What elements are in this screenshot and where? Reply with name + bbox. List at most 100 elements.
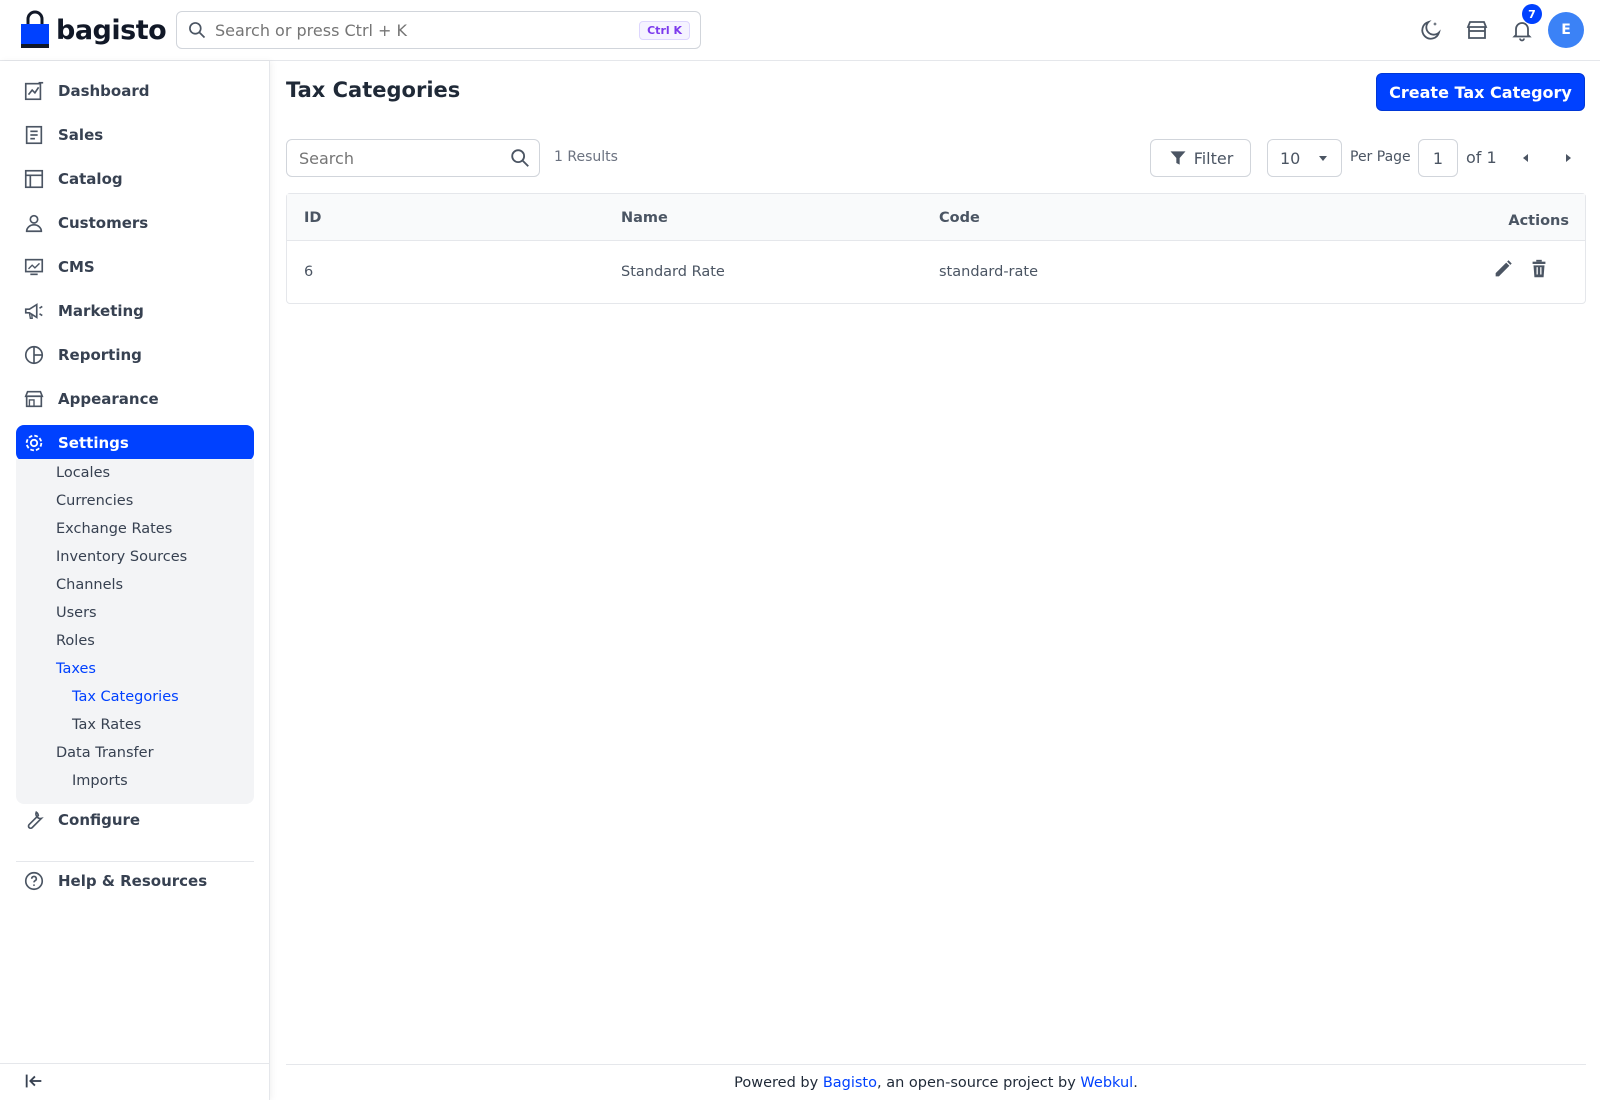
sidebar: Dashboard Sales Catalog Customers CMS Ma… <box>0 61 270 1100</box>
footer-prefix: Powered by <box>734 1075 823 1091</box>
megaphone-icon <box>22 299 46 323</box>
datagrid-search-input[interactable] <box>299 148 509 168</box>
column-header-actions: Actions <box>1508 213 1569 229</box>
webkul-link[interactable]: Webkul <box>1080 1075 1133 1091</box>
trash-icon <box>1532 259 1546 278</box>
sidebar-item-label: Configure <box>58 811 141 829</box>
sidebar-item-label: CMS <box>58 258 95 276</box>
sidebar-divider <box>16 861 254 862</box>
caret-left-icon <box>1523 154 1528 162</box>
sidebar-item-marketing[interactable]: Marketing <box>16 293 254 329</box>
edit-button[interactable] <box>1489 255 1517 283</box>
submenu-item-tax-rates[interactable]: Tax Rates <box>72 717 141 733</box>
cell-code: standard-rate <box>939 264 1039 280</box>
global-search-input[interactable] <box>215 20 640 40</box>
submenu-item-data-transfer[interactable]: Data Transfer <box>56 745 154 761</box>
results-count: 1 Results <box>554 149 618 165</box>
submenu-item-taxes[interactable]: Taxes <box>56 661 96 677</box>
submenu-item-locales[interactable]: Locales <box>56 465 110 481</box>
caret-right-icon <box>1566 154 1571 162</box>
shopping-bag-icon <box>21 10 49 48</box>
table-row: 6 Standard Rate standard-rate <box>287 241 1585 303</box>
store-icon <box>1466 21 1488 39</box>
shortcut-badge: Ctrl K <box>639 20 690 40</box>
submenu-item-imports[interactable]: Imports <box>72 773 128 789</box>
filter-button[interactable]: Filter <box>1150 139 1251 177</box>
sidebar-item-catalog[interactable]: Catalog <box>16 161 254 197</box>
receipt-icon <box>22 123 46 147</box>
collapse-sidebar-button[interactable] <box>22 1069 46 1093</box>
sidebar-item-appearance[interactable]: Appearance <box>16 381 254 417</box>
submenu-item-channels[interactable]: Channels <box>56 577 123 593</box>
gear-icon <box>22 431 46 455</box>
submenu-item-exchange-rates[interactable]: Exchange Rates <box>56 521 172 537</box>
caret-down-icon <box>1319 156 1327 161</box>
sidebar-item-sales[interactable]: Sales <box>16 117 254 153</box>
footer-suffix: . <box>1133 1075 1138 1091</box>
per-page-value: 10 <box>1280 148 1301 168</box>
filter-label: Filter <box>1193 148 1234 168</box>
sidebar-item-help[interactable]: Help & Resources <box>16 863 254 899</box>
search-icon[interactable] <box>509 147 531 169</box>
per-page-label: Per Page <box>1350 149 1411 165</box>
brand-logo[interactable]: bagisto <box>20 10 167 50</box>
global-search[interactable]: Ctrl K <box>176 11 701 49</box>
per-page-select[interactable]: 10 <box>1267 139 1342 177</box>
delete-button[interactable] <box>1525 255 1553 283</box>
page-title: Tax Categories <box>286 78 461 102</box>
cell-id: 6 <box>304 264 314 280</box>
sidebar-item-customers[interactable]: Customers <box>16 205 254 241</box>
table-header: ID Name Code Actions <box>287 194 1585 241</box>
column-header-name[interactable]: Name <box>621 210 668 226</box>
pie-chart-icon <box>22 343 46 367</box>
sidebar-item-label: Marketing <box>58 302 144 320</box>
moon-icon <box>1421 20 1441 40</box>
sidebar-item-label: Reporting <box>58 346 142 364</box>
submenu-item-inventory-sources[interactable]: Inventory Sources <box>56 549 187 565</box>
submenu-item-roles[interactable]: Roles <box>56 633 95 649</box>
tax-categories-table: ID Name Code Actions 6 Standard Rate sta… <box>286 193 1586 304</box>
sidebar-item-label: Appearance <box>58 390 159 408</box>
submenu-item-tax-categories[interactable]: Tax Categories <box>72 689 179 705</box>
wrench-icon <box>22 808 46 832</box>
sidebar-item-settings[interactable]: Settings <box>16 425 254 461</box>
notification-count-badge: 7 <box>1522 4 1542 24</box>
sidebar-item-label: Customers <box>58 214 149 232</box>
submenu-item-currencies[interactable]: Currencies <box>56 493 133 509</box>
page-footer: Powered by Bagisto, an open-source proje… <box>286 1064 1586 1100</box>
pencil-icon <box>1495 260 1512 277</box>
top-header: bagisto Ctrl K 7 E <box>0 0 1600 61</box>
footer-middle: , an open-source project by <box>877 1075 1081 1091</box>
user-icon <box>22 211 46 235</box>
sidebar-item-dashboard[interactable]: Dashboard <box>16 73 254 109</box>
sidebar-item-label: Dashboard <box>58 82 150 100</box>
sidebar-item-reporting[interactable]: Reporting <box>16 337 254 373</box>
page-of-label: of 1 <box>1466 148 1497 167</box>
next-page-button[interactable] <box>1556 146 1580 170</box>
cell-name: Standard Rate <box>621 264 725 280</box>
submenu-item-users[interactable]: Users <box>56 605 97 621</box>
filter-icon <box>1170 151 1186 165</box>
sidebar-item-label: Sales <box>58 126 104 144</box>
previous-page-button[interactable] <box>1514 146 1538 170</box>
bagisto-link[interactable]: Bagisto <box>823 1075 877 1091</box>
search-icon <box>189 22 206 39</box>
sidebar-item-configure[interactable]: Configure <box>16 802 254 838</box>
dashboard-icon <box>22 79 46 103</box>
column-header-code[interactable]: Code <box>939 210 980 226</box>
sidebar-item-label: Settings <box>58 434 129 452</box>
visit-shop-button[interactable] <box>1461 14 1493 46</box>
create-tax-category-button[interactable]: Create Tax Category <box>1376 73 1585 111</box>
sidebar-item-label: Catalog <box>58 170 123 188</box>
sidebar-item-label: Help & Resources <box>58 872 208 890</box>
collapse-left-icon <box>25 1074 42 1088</box>
monitor-icon <box>22 255 46 279</box>
datagrid-search[interactable] <box>286 139 540 177</box>
user-avatar[interactable]: E <box>1548 12 1584 48</box>
column-header-id[interactable]: ID <box>304 210 321 226</box>
current-page-input[interactable] <box>1418 139 1458 177</box>
help-circle-icon <box>22 869 46 893</box>
dark-mode-toggle[interactable] <box>1415 14 1447 46</box>
sidebar-item-cms[interactable]: CMS <box>16 249 254 285</box>
settings-submenu: Locales Currencies Exchange Rates Invent… <box>16 459 254 804</box>
